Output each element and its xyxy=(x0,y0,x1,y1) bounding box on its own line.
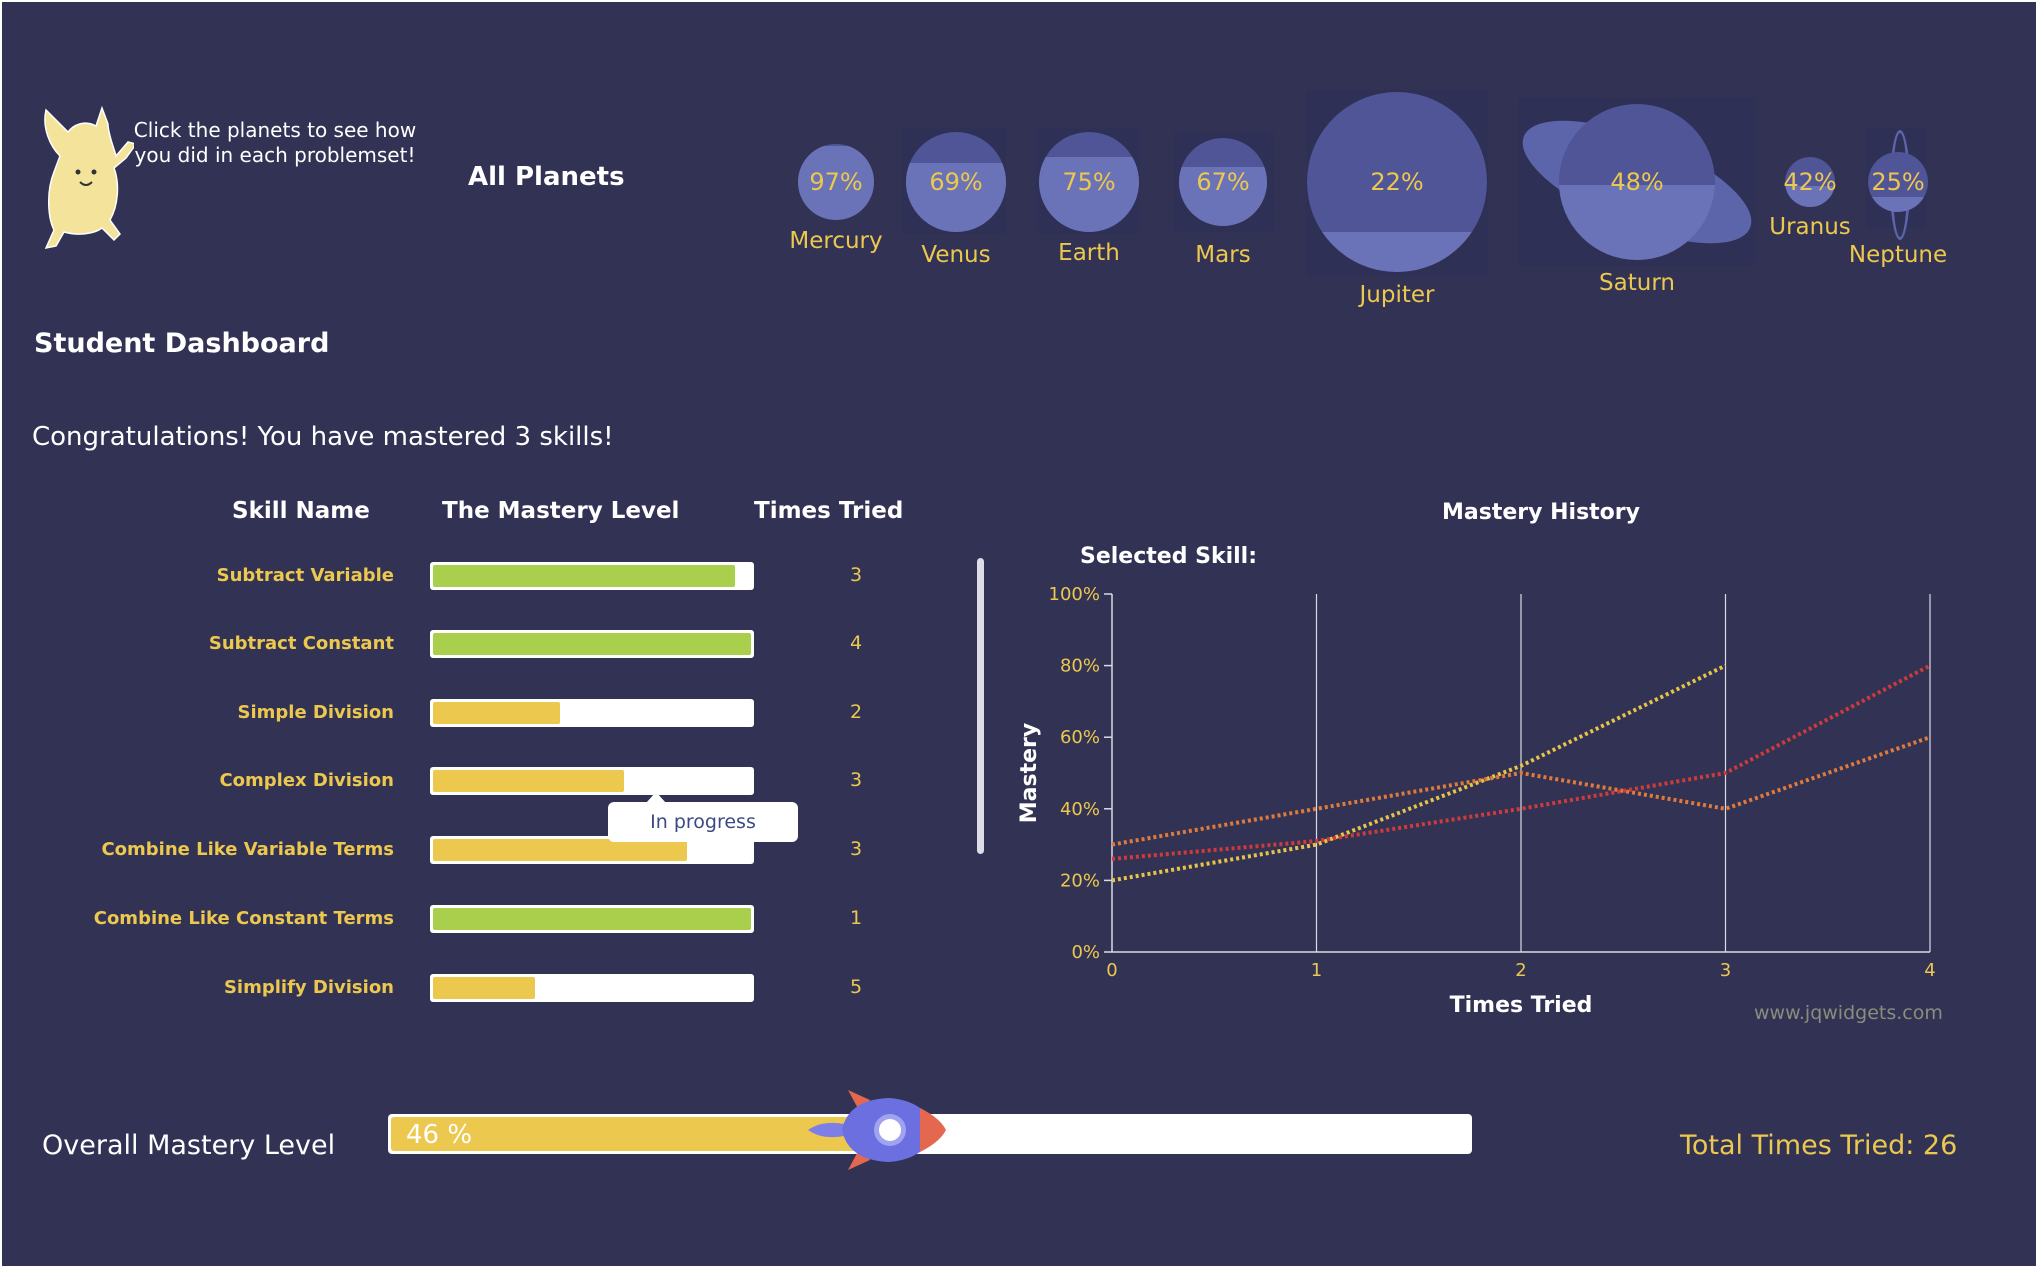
y-tick-label: 0% xyxy=(1071,942,1100,963)
x-tick-label: 2 xyxy=(1515,960,1526,981)
mastery-history-chart: 0 1 2 3 40%20%40%60%80%100%Times TriedMaster… xyxy=(1017,584,1936,1018)
rocket-icon xyxy=(808,1090,946,1170)
x-tick-label: 3 xyxy=(1720,960,1731,981)
y-tick-label: 80% xyxy=(1060,656,1100,677)
dashboard-frame: Click the planets to see how you did in … xyxy=(2,2,2036,1266)
overall-mastery-percent: 46 % xyxy=(406,1120,473,1150)
x-axis-title: Times Tried xyxy=(1450,993,1593,1018)
y-tick-label: 100% xyxy=(1049,584,1100,605)
y-tick-label: 40% xyxy=(1060,799,1100,820)
overall-mastery-label: Overall Mastery Level xyxy=(42,1130,336,1161)
y-tick-label: 60% xyxy=(1060,727,1100,748)
x-tick-label: 4 xyxy=(1924,960,1935,981)
y-tick-label: 20% xyxy=(1060,870,1100,891)
watermark: www.jqwidgets.com xyxy=(1754,1002,1943,1024)
y-axis-title: Mastery xyxy=(1017,723,1042,823)
total-times-tried: Total Times Tried: 26 xyxy=(1680,1130,1958,1161)
x-tick-label: 1 xyxy=(1311,960,1322,981)
series-line-0 xyxy=(1111,663,1727,883)
x-tick-label: 0 xyxy=(1106,960,1117,981)
